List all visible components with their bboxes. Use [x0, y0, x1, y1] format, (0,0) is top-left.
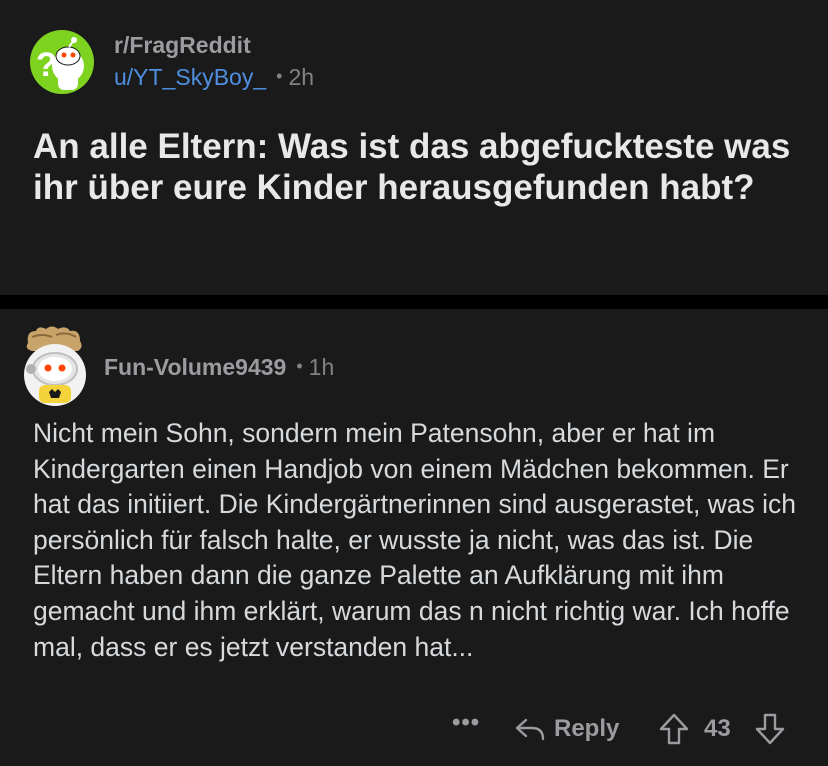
comment-author-link[interactable]: Fun-Volume9439	[104, 354, 286, 380]
reply-button[interactable]: Reply	[514, 713, 619, 745]
svg-text:?: ?	[36, 46, 57, 84]
post-author-link[interactable]: u/YT_SkyBoy_	[114, 64, 266, 90]
subreddit-name[interactable]: r/FragReddit	[114, 32, 251, 59]
comment-card: Fun-Volume9439 • 1h Nicht mein Sohn, sonde…	[0, 309, 828, 766]
post-card[interactable]: ? r/FragReddit u/YT_SkyBoy_ • 2h An alle E…	[0, 0, 828, 295]
subreddit-avatar-icon[interactable]: ?	[30, 30, 94, 94]
comment-meta: Fun-Volume9439 • 1h	[104, 354, 334, 381]
reply-arrow-icon	[515, 718, 545, 741]
commenter-avatar-icon[interactable]	[22, 325, 88, 409]
section-divider	[0, 295, 828, 309]
downvote-arrow-icon[interactable]	[754, 712, 786, 746]
reply-label: Reply	[554, 715, 620, 742]
meta-separator: •	[276, 66, 283, 86]
meta-separator: •	[296, 356, 303, 376]
post-meta: u/YT_SkyBoy_ • 2h	[114, 64, 314, 91]
post-title[interactable]: An alle Eltern: Was ist das abgefucktest…	[33, 126, 803, 208]
vote-count: 43	[704, 715, 731, 742]
partial-green-icon	[752, 0, 786, 4]
more-options-button[interactable]: •••	[452, 709, 480, 737]
comment-age: 1h	[308, 354, 335, 380]
upvote-arrow-icon[interactable]	[658, 712, 690, 746]
comment-actions: ••• Reply 43	[0, 709, 828, 749]
post-age: 2h	[288, 64, 315, 90]
comment-body: Nicht mein Sohn, sondern mein Patensohn,…	[33, 418, 797, 662]
